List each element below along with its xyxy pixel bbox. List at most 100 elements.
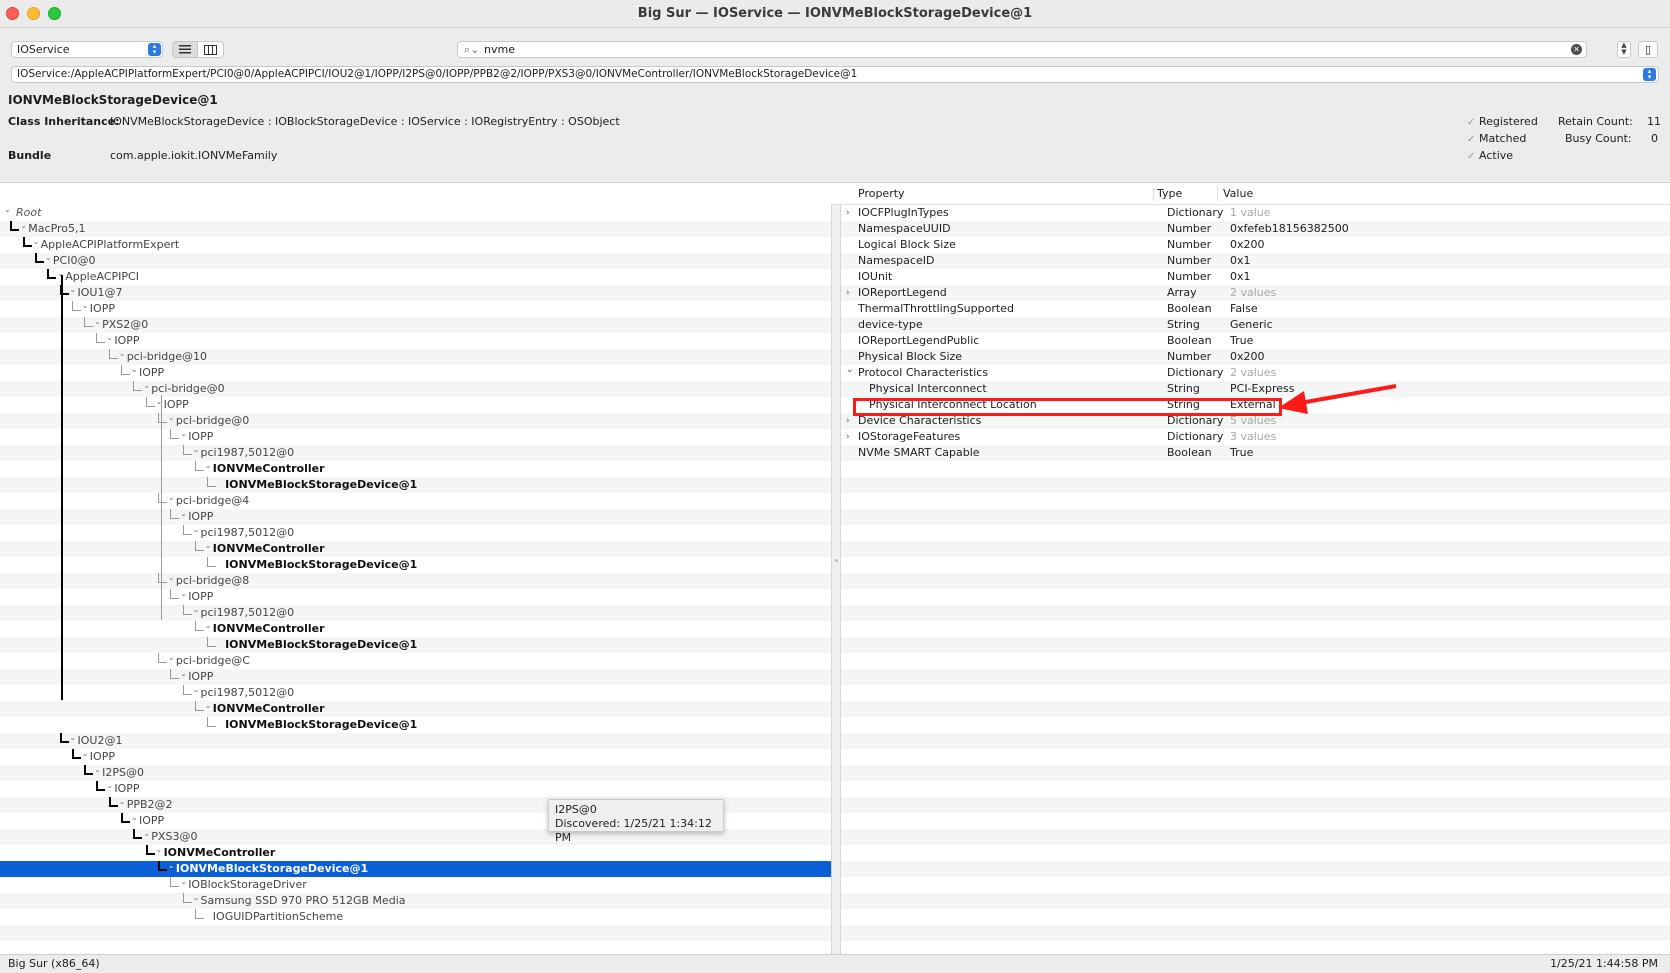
disclosure-chevron-icon[interactable]: ⌄: [168, 858, 175, 874]
column-view-button[interactable]: [198, 41, 224, 58]
disclosure-chevron-icon[interactable]: ⌄: [180, 426, 187, 442]
property-row[interactable]: IOReportLegendPublic Boolean True: [841, 333, 1670, 349]
tree-row[interactable]: ⌄ IOPP: [0, 749, 831, 765]
tree-row[interactable]: ⌄ pci-bridge@C: [0, 653, 831, 669]
disclosure-chevron-icon[interactable]: ⌄: [180, 666, 187, 682]
disclosure-chevron-icon[interactable]: ⌄: [20, 218, 27, 234]
property-column-header[interactable]: Property: [858, 187, 905, 200]
disclosure-chevron-icon[interactable]: ⌄: [94, 762, 101, 778]
tree-row[interactable]: ⌄ PXS2@0: [0, 317, 831, 333]
tree-row[interactable]: ⌄ IOPP: [0, 509, 831, 525]
property-row[interactable]: NamespaceID Number 0x1: [841, 253, 1670, 269]
disclosure-chevron-icon[interactable]: ⌄: [106, 778, 113, 794]
tree-row[interactable]: ⌄ PCI0@0: [0, 253, 831, 269]
disclosure-chevron-icon[interactable]: ⌄: [143, 826, 150, 842]
disclosure-chevron-icon[interactable]: ⌄: [45, 250, 52, 266]
search-stepper[interactable]: ▲ ▼: [1617, 41, 1631, 58]
tree-row[interactable]: ⌄ pci-bridge@0: [0, 381, 831, 397]
inspector-toggle-button[interactable]: ▯: [1638, 41, 1658, 58]
split-view-divider[interactable]: [831, 183, 841, 954]
disclosure-chevron-icon[interactable]: ⌄: [193, 602, 200, 618]
tree-row[interactable]: ⌄ IOPP: [0, 397, 831, 413]
list-view-button[interactable]: [172, 41, 198, 58]
tree-row[interactable]: ⌄ pci-bridge@10: [0, 349, 831, 365]
property-row[interactable]: Physical Interconnect String PCI-Express: [841, 381, 1670, 397]
disclosure-chevron-icon[interactable]: ⌄: [156, 842, 163, 858]
disclosure-chevron-icon[interactable]: ⌄: [193, 522, 200, 538]
property-row[interactable]: IOUnit Number 0x1: [841, 269, 1670, 285]
disclosure-chevron-icon[interactable]: ⌄: [205, 538, 212, 554]
disclosure-chevron-icon[interactable]: ⌄: [168, 650, 175, 666]
properties-table[interactable]: › IOCFPlugInTypes Dictionary 1 value Namespa…: [841, 205, 1670, 954]
tree-row[interactable]: ⌄ IONVMeController: [0, 621, 831, 637]
tree-row[interactable]: ⌄ AppleACPIPCI: [0, 269, 831, 285]
clear-search-icon[interactable]: ✕: [1571, 44, 1582, 55]
path-field[interactable]: IOService:/AppleACPIPlatformExpert/PCI0@…: [11, 66, 1659, 83]
tree-row[interactable]: ⌄ IOPP: [0, 365, 831, 381]
close-window-button[interactable]: [6, 7, 19, 20]
disclosure-chevron-icon[interactable]: ⌄: [205, 618, 212, 634]
tree-row[interactable]: IOGUIDPartitionScheme: [0, 909, 831, 925]
tree-row[interactable]: ⌄ pci1987,5012@0: [0, 445, 831, 461]
tree-row[interactable]: ⌄ pci1987,5012@0: [0, 605, 831, 621]
tree-row[interactable]: ⌄ pci1987,5012@0: [0, 525, 831, 541]
disclosure-chevron-icon[interactable]: ⌄: [119, 794, 126, 810]
tree-row[interactable]: ⌄ IOPP: [0, 429, 831, 445]
tree-row[interactable]: ⌄ Root: [0, 205, 831, 221]
tree-row[interactable]: ⌄ IONVMeController: [0, 701, 831, 717]
tree-row[interactable]: ⌄ IOPP: [0, 589, 831, 605]
tree-row[interactable]: ⌄ Samsung SSD 970 PRO 512GB Media: [0, 893, 831, 909]
tree-row[interactable]: ⌄ IOPP: [0, 301, 831, 317]
disclosure-chevron-icon[interactable]: ⌄: [82, 746, 89, 762]
disclosure-chevron-icon[interactable]: ⌄: [193, 442, 200, 458]
disclosure-chevron-icon[interactable]: ⌄: [106, 330, 113, 346]
disclosure-chevron-icon[interactable]: ⌄: [119, 346, 126, 362]
disclosure-chevron-icon[interactable]: ⌄: [94, 314, 101, 330]
tree-row[interactable]: ⌄ pci-bridge@4: [0, 493, 831, 509]
tree-row[interactable]: ⌄ IOU1@7: [0, 285, 831, 301]
disclosure-chevron-icon[interactable]: ⌄: [205, 458, 212, 474]
disclosure-chevron-icon[interactable]: ⌄: [193, 682, 200, 698]
disclosure-chevron-icon[interactable]: ⌄: [180, 874, 187, 890]
chevron-right-icon[interactable]: ›: [846, 205, 850, 221]
disclosure-chevron-icon[interactable]: ⌄: [4, 205, 11, 218]
tree-row[interactable]: ⌄ IONVMeBlockStorageDevice@1: [0, 861, 831, 877]
tree-row[interactable]: ⌄ pci1987,5012@0: [0, 685, 831, 701]
disclosure-chevron-icon[interactable]: ⌄: [131, 810, 138, 826]
disclosure-chevron-icon[interactable]: ⌄: [168, 410, 175, 426]
disclosure-chevron-icon[interactable]: ⌄: [70, 282, 77, 298]
chevron-right-icon[interactable]: ›: [846, 413, 850, 429]
property-row[interactable]: Logical Block Size Number 0x200: [841, 237, 1670, 253]
disclosure-chevron-icon[interactable]: ⌄: [82, 298, 89, 314]
tree-row[interactable]: ⌄ IOPP: [0, 669, 831, 685]
chevron-right-icon[interactable]: ›: [846, 285, 850, 301]
property-row[interactable]: NVMe SMART Capable Boolean True: [841, 445, 1670, 461]
tree-row[interactable]: ⌄ IONVMeController: [0, 461, 831, 477]
search-field[interactable]: ⌕⌄ nvme ✕: [457, 41, 1587, 58]
tree-row[interactable]: ⌄ pci-bridge@0: [0, 413, 831, 429]
property-row[interactable]: ThermalThrottlingSupported Boolean False: [841, 301, 1670, 317]
tree-row[interactable]: IONVMeBlockStorageDevice@1: [0, 557, 831, 573]
chevron-right-icon[interactable]: ›: [846, 429, 850, 445]
property-row[interactable]: ⌄ Protocol Characteristics Dictionary 2 val…: [841, 365, 1670, 381]
tree-row[interactable]: ⌄ IOBlockStorageDriver: [0, 877, 831, 893]
disclosure-chevron-icon[interactable]: ⌄: [33, 234, 40, 250]
tree-row[interactable]: ⌄ IONVMeController: [0, 541, 831, 557]
tree-row[interactable]: ⌄ IONVMeController: [0, 845, 831, 861]
disclosure-chevron-icon[interactable]: ⌄: [193, 890, 200, 906]
property-row[interactable]: › IOStorageFeatures Dictionary 3 values: [841, 429, 1670, 445]
property-row[interactable]: NamespaceUUID Number 0xfefeb18156382500: [841, 221, 1670, 237]
plane-select[interactable]: IOService ▴ ▾: [11, 41, 163, 58]
tree-row[interactable]: ⌄ IOU2@1: [0, 733, 831, 749]
chevron-down-icon[interactable]: ⌄: [846, 362, 854, 378]
disclosure-chevron-icon[interactable]: ⌄: [180, 506, 187, 522]
disclosure-chevron-icon[interactable]: ⌄: [143, 378, 150, 394]
disclosure-chevron-icon[interactable]: ⌄: [180, 586, 187, 602]
property-row[interactable]: Physical Block Size Number 0x200: [841, 349, 1670, 365]
property-row[interactable]: › IOCFPlugInTypes Dictionary 1 value: [841, 205, 1670, 221]
zoom-window-button[interactable]: [48, 7, 61, 20]
tree-row[interactable]: ⌄ AppleACPIPlatformExpert: [0, 237, 831, 253]
value-column-header[interactable]: Value: [1223, 187, 1253, 200]
tree-row[interactable]: IONVMeBlockStorageDevice@1: [0, 637, 831, 653]
disclosure-chevron-icon[interactable]: ⌄: [168, 490, 175, 506]
